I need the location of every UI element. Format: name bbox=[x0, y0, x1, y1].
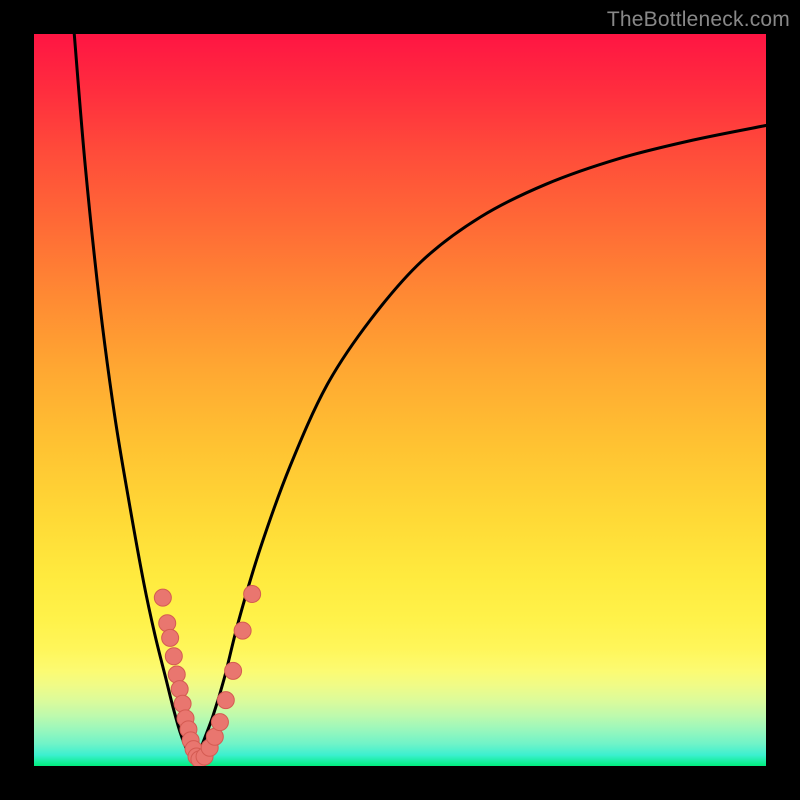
data-point bbox=[211, 714, 228, 731]
curve-right-branch bbox=[195, 126, 766, 761]
data-point bbox=[154, 589, 171, 606]
data-point bbox=[174, 695, 191, 712]
watermark-text: TheBottleneck.com bbox=[607, 8, 790, 32]
data-point bbox=[162, 629, 179, 646]
data-point bbox=[217, 692, 234, 709]
data-point bbox=[159, 615, 176, 632]
data-point bbox=[244, 585, 261, 602]
chart-frame: TheBottleneck.com bbox=[0, 0, 800, 800]
data-point bbox=[168, 666, 185, 683]
chart-svg bbox=[34, 34, 766, 766]
data-point bbox=[165, 648, 182, 665]
data-point bbox=[171, 681, 188, 698]
plot-area bbox=[34, 34, 766, 766]
marker-layer bbox=[154, 585, 260, 766]
data-point bbox=[234, 622, 251, 639]
data-point bbox=[225, 662, 242, 679]
